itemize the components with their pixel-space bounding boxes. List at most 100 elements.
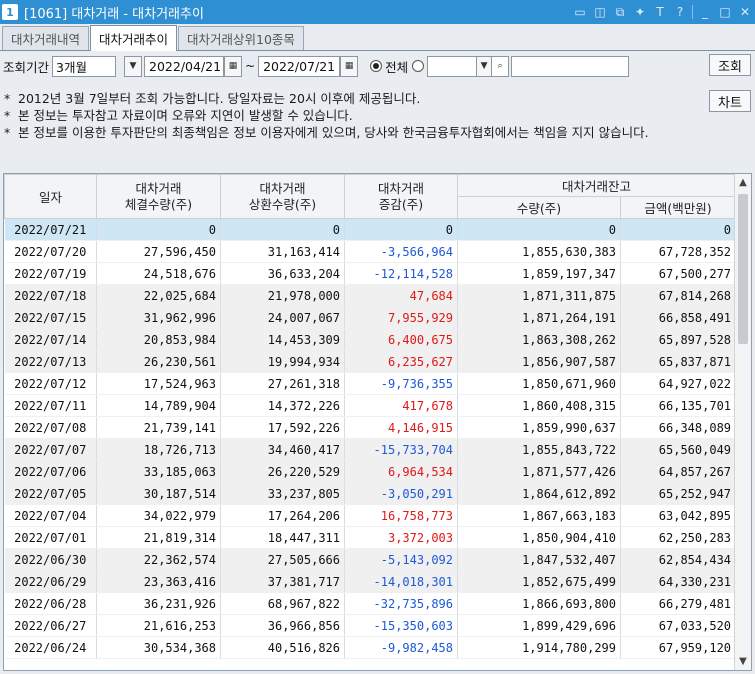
table-row[interactable]: 2022/07/06 33,185,063 26,220,529 6,964,534 1… [4, 460, 737, 483]
stock-code-input[interactable] [427, 55, 478, 77]
cell-balance-amount: 66,348,089 [620, 416, 737, 439]
radio-stock[interactable] [412, 60, 425, 72]
cell-balance-amount: 67,500,277 [620, 262, 737, 285]
scroll-up-icon[interactable]: ▲ [735, 174, 751, 191]
cell-balance-amount: 66,135,701 [620, 394, 737, 417]
cell-executed-qty: 17,524,963 [96, 372, 221, 395]
cell-repaid-qty: 19,994,934 [220, 350, 345, 373]
table-row[interactable]: 2022/06/29 23,363,416 37,381,717 -14,018,30… [4, 570, 737, 593]
vertical-scrollbar[interactable]: ▲ ▼ [734, 174, 751, 670]
cell-repaid-qty: 24,007,067 [220, 306, 345, 329]
table-row[interactable]: 2022/07/18 22,025,684 21,978,000 47,684 1,87… [4, 284, 737, 307]
header-executed-qty[interactable]: 대차거래 체결수량(주) [96, 174, 221, 219]
tab-lending-history[interactable]: 대차거래내역 [2, 26, 90, 50]
cell-balance-qty: 1,864,612,892 [457, 482, 621, 505]
table-row[interactable]: 2022/06/30 22,362,574 27,505,666 -5,143,092… [4, 548, 737, 571]
cell-balance-qty: 1,871,264,191 [457, 306, 621, 329]
table-row[interactable]: 2022/07/21 0 0 0 0 0 [4, 218, 737, 241]
cell-balance-amount: 66,279,481 [620, 592, 737, 615]
link-icon[interactable]: ⧉ [612, 4, 628, 20]
table-row[interactable]: 2022/07/20 27,596,450 31,163,414 -3,566,964… [4, 240, 737, 263]
maximize-icon[interactable]: □ [717, 4, 733, 20]
cell-balance-qty: 1,866,693,800 [457, 592, 621, 615]
screen-icon[interactable]: ▭ [572, 4, 588, 20]
table-row[interactable]: 2022/07/11 14,789,904 14,372,226 417,678 1,8… [4, 394, 737, 417]
cell-balance-qty: 1,850,671,960 [457, 372, 621, 395]
header-repaid-qty[interactable]: 대차거래 상환수량(주) [220, 174, 345, 219]
scroll-down-icon[interactable]: ▼ [735, 653, 751, 670]
cell-executed-qty: 21,819,314 [96, 526, 221, 549]
chart-button[interactable]: 차트 [709, 90, 751, 112]
cell-executed-qty: 27,596,450 [96, 240, 221, 263]
cell-date: 2022/07/05 [4, 482, 97, 505]
tab-lending-trend[interactable]: 대차거래추이 [90, 25, 178, 51]
cell-executed-qty: 26,230,561 [96, 350, 221, 373]
data-table: 일자 대차거래 체결수량(주) 대차거래 상환수량(주) 대차거래 증감(주) … [4, 174, 737, 659]
cell-executed-qty: 34,022,979 [96, 504, 221, 527]
table-row[interactable]: 2022/07/15 31,962,996 24,007,067 7,955,929 1… [4, 306, 737, 329]
cell-date: 2022/07/14 [4, 328, 97, 351]
lending-trend-grid: 일자 대차거래 체결수량(주) 대차거래 상환수량(주) 대차거래 증감(주) … [3, 173, 752, 671]
tab-top10-stocks[interactable]: 대차거래상위10종목 [178, 26, 304, 50]
cell-change: 16,758,773 [344, 504, 458, 527]
minimize-icon[interactable]: _ [697, 4, 713, 20]
table-row[interactable]: 2022/07/13 26,230,561 19,994,934 6,235,627 1… [4, 350, 737, 373]
window-title: [1061] 대차거래 - 대차거래추이 [24, 6, 204, 22]
cell-balance-qty: 1,859,197,347 [457, 262, 621, 285]
cell-date: 2022/07/21 [4, 218, 97, 241]
end-calendar-icon[interactable]: ▦ [340, 55, 359, 77]
cell-repaid-qty: 27,261,318 [220, 372, 345, 395]
stock-dropdown-icon[interactable]: ▼ [477, 55, 493, 77]
cell-repaid-qty: 36,633,204 [220, 262, 345, 285]
cell-repaid-qty: 27,505,666 [220, 548, 345, 571]
help-icon[interactable]: ? [672, 4, 688, 20]
end-date-input[interactable]: 2022/07/21 [258, 55, 341, 77]
start-calendar-icon[interactable]: ▦ [224, 55, 243, 77]
table-row[interactable]: 2022/06/24 30,534,368 40,516,826 -9,982,458… [4, 636, 737, 659]
font-size-icon[interactable]: T [652, 4, 668, 20]
pin-icon[interactable]: ✦ [632, 4, 648, 20]
table-row[interactable]: 2022/07/19 24,518,676 36,633,204 -12,114,52… [4, 262, 737, 285]
header-change[interactable]: 대차거래 증감(주) [344, 174, 458, 219]
cell-balance-qty: 1,863,308,262 [457, 328, 621, 351]
table-row[interactable]: 2022/07/01 21,819,314 18,447,311 3,372,003 1… [4, 526, 737, 549]
cell-change: -12,114,528 [344, 262, 458, 285]
cell-change: 6,964,534 [344, 460, 458, 483]
cell-balance-qty: 1,867,663,183 [457, 504, 621, 527]
cell-balance-amount: 63,042,895 [620, 504, 737, 527]
header-balance-qty[interactable]: 수량(주) [457, 196, 621, 219]
header-balance-amount[interactable]: 금액(백만원) [619, 196, 737, 219]
search-button[interactable]: 조회 [709, 54, 751, 76]
table-row[interactable]: 2022/07/05 30,187,514 33,237,805 -3,050,291… [4, 482, 737, 505]
title-bar-divider [692, 5, 693, 19]
notice-text: 2012년 3월 7일부터 조회 가능합니다. 당일자료는 20시 이후에 제공… [18, 91, 421, 106]
table-row[interactable]: 2022/06/27 21,616,253 36,966,856 -15,350,60… [4, 614, 737, 637]
radio-all[interactable] [370, 60, 383, 72]
table-row[interactable]: 2022/07/12 17,524,963 27,261,318 -9,736,355… [4, 372, 737, 395]
period-dropdown-icon[interactable]: ▼ [124, 55, 143, 77]
cell-change: 3,372,003 [344, 526, 458, 549]
cell-repaid-qty: 37,381,717 [220, 570, 345, 593]
window-icon[interactable]: ◫ [592, 4, 608, 20]
start-date-input[interactable]: 2022/04/21 [144, 55, 225, 77]
period-select[interactable]: 3개월 [52, 55, 117, 77]
period-value: 3개월 [56, 59, 87, 75]
cell-change: -15,350,603 [344, 614, 458, 637]
table-row[interactable]: 2022/07/14 20,853,984 14,453,309 6,400,675 1… [4, 328, 737, 351]
cell-repaid-qty: 17,264,206 [220, 504, 345, 527]
scroll-thumb[interactable] [738, 194, 748, 344]
cell-change: -32,735,896 [344, 592, 458, 615]
table-row[interactable]: 2022/06/28 36,231,926 68,967,822 -32,735,89… [4, 592, 737, 615]
close-icon[interactable]: ✕ [737, 4, 753, 20]
table-row[interactable]: 2022/07/04 34,022,979 17,264,206 16,758,773… [4, 504, 737, 527]
header-date[interactable]: 일자 [4, 174, 97, 219]
cell-executed-qty: 24,518,676 [96, 262, 221, 285]
cell-date: 2022/06/24 [4, 636, 97, 659]
table-row[interactable]: 2022/07/07 18,726,713 34,460,417 -15,733,70… [4, 438, 737, 461]
cell-repaid-qty: 26,220,529 [220, 460, 345, 483]
cell-executed-qty: 21,739,141 [96, 416, 221, 439]
stock-name-input[interactable] [511, 55, 630, 77]
table-row[interactable]: 2022/07/08 21,739,141 17,592,226 4,146,915 1… [4, 416, 737, 439]
cell-executed-qty: 22,362,574 [96, 548, 221, 571]
search-icon[interactable]: ⌕ [492, 55, 510, 77]
